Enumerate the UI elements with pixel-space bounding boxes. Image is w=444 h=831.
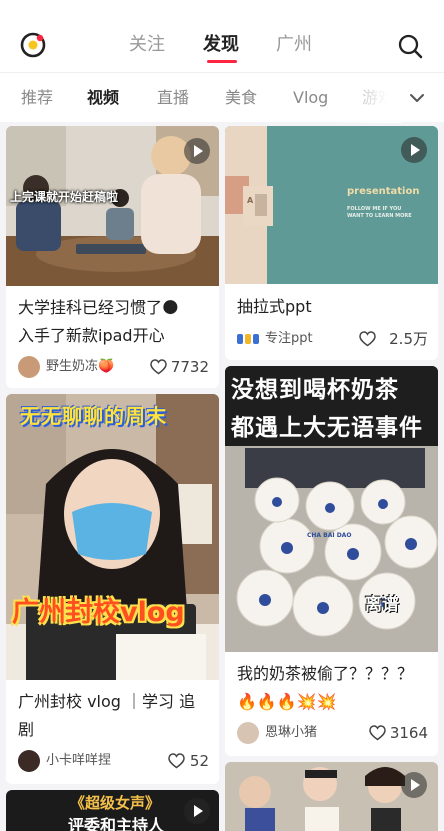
play-icon	[184, 798, 210, 824]
friends-photo	[225, 762, 438, 831]
play-icon	[401, 137, 427, 163]
feed-card[interactable]	[225, 762, 438, 831]
category-video[interactable]: 视频	[87, 87, 119, 109]
category-bar: 推荐 视频 直播 美食 Vlog 游戏	[0, 72, 444, 123]
play-icon	[184, 138, 210, 164]
video-thumbnail[interactable]: 《超级女声》 评委和主持人	[6, 790, 219, 831]
video-thumbnail[interactable]	[225, 762, 438, 831]
cup-brand-label: CHA BAI DAO	[307, 532, 352, 539]
like-count: 7732	[170, 358, 209, 376]
heart-icon[interactable]	[369, 725, 386, 741]
tab-discover[interactable]: 发现	[203, 32, 239, 58]
video-overlay-title: 广州封校vlog	[12, 597, 185, 628]
category-live[interactable]: 直播	[157, 87, 189, 109]
student-photo	[6, 394, 219, 680]
video-thumbnail[interactable]: 上完课就开始赶稿啦	[6, 126, 219, 286]
search-icon[interactable]	[397, 33, 423, 59]
video-overlay-caption-2: 都遇上大无语事件	[231, 415, 423, 441]
avatar[interactable]	[18, 750, 40, 772]
category-fade	[330, 73, 402, 123]
active-tab-indicator	[207, 60, 237, 63]
category-recommend[interactable]: 推荐	[21, 87, 53, 109]
tab-local-city[interactable]: 广州	[276, 32, 312, 58]
slide-subtitle-2: WANT TO LEARN MORE	[347, 213, 412, 219]
feed-card[interactable]: 《超级女声》 评委和主持人	[6, 790, 219, 831]
feed-card[interactable]: 没想到喝杯奶茶 都遇上大无语事件 离谱 CHA BAI DAO 我的奶茶被偷了？…	[225, 366, 438, 756]
card-title: 广州封校 vlog ｜学习 追 剧	[18, 692, 196, 739]
author-name[interactable]: 野生奶冻🍑	[46, 358, 114, 376]
slide-title: presentation	[347, 186, 420, 197]
chevron-down-icon[interactable]	[406, 87, 428, 109]
feed-card[interactable]: 无无聊聊的周末 广州封校vlog 广州封校 vlog ｜学习 追 剧 小卡咩咩捏…	[6, 394, 219, 784]
play-icon	[401, 772, 427, 798]
category-food[interactable]: 美食	[225, 87, 257, 109]
video-overlay-caption-1: 没想到喝杯奶茶	[231, 377, 399, 403]
card-title: 抽拉式ppt	[237, 297, 312, 316]
author-name[interactable]: 恩琳小猪	[265, 724, 317, 742]
brand-logo-icon[interactable]	[237, 333, 259, 345]
video-overlay-caption: 无无聊聊的周末	[20, 404, 167, 428]
tab-following[interactable]: 关注	[129, 32, 165, 58]
avatar[interactable]	[18, 356, 40, 378]
author-name[interactable]: 小卡咩咩捏	[46, 752, 111, 770]
like-count: 3164	[389, 724, 428, 742]
feed-card[interactable]: 上完课就开始赶稿啦 大学挂科已经习惯了🌑 入手了新款ipad开心 野生奶冻🍑 7…	[6, 126, 219, 388]
avatar[interactable]	[237, 722, 259, 744]
category-vlog[interactable]: Vlog	[293, 87, 328, 109]
like-count: 52	[189, 752, 209, 770]
slide-tab-label: A	[247, 196, 254, 205]
feed-card[interactable]: A presentation FOLLOW ME IF YOU WANT TO …	[225, 126, 438, 360]
video-thumbnail[interactable]: A presentation FOLLOW ME IF YOU WANT TO …	[225, 126, 438, 284]
card-meta: 恩琳小猪 3164	[237, 722, 428, 744]
card-title: 我的奶茶被偷了？？？？ 🔥🔥🔥💥💥	[237, 664, 414, 711]
top-bar: 关注 发现 广州	[0, 0, 444, 72]
slide-subtitle-1: FOLLOW ME IF YOU	[347, 206, 402, 212]
video-thumbnail[interactable]: 无无聊聊的周末 广州封校vlog	[6, 394, 219, 680]
heart-icon[interactable]	[359, 331, 376, 347]
card-title: 大学挂科已经习惯了🌑 入手了新款ipad开心	[18, 298, 179, 345]
video-overlay-caption: 上完课就开始赶稿啦	[10, 190, 119, 204]
author-name[interactable]: 专注ppt	[265, 330, 313, 348]
heart-icon[interactable]	[150, 359, 167, 375]
app-logo-icon[interactable]	[19, 31, 47, 59]
card-meta: 野生奶冻🍑 7732	[18, 356, 209, 378]
video-overlay-caption-2: 评委和主持人	[68, 816, 165, 831]
card-meta: 专注ppt 2.5万	[237, 328, 428, 350]
heart-icon[interactable]	[168, 753, 185, 769]
video-overlay-tag: 离谱	[365, 595, 399, 615]
card-meta: 小卡咩咩捏 52	[18, 750, 209, 772]
video-thumbnail[interactable]: 没想到喝杯奶茶 都遇上大无语事件 离谱 CHA BAI DAO	[225, 366, 438, 652]
like-count: 2.5万	[389, 330, 428, 348]
video-overlay-caption-1: 《超级女声》	[70, 794, 161, 812]
